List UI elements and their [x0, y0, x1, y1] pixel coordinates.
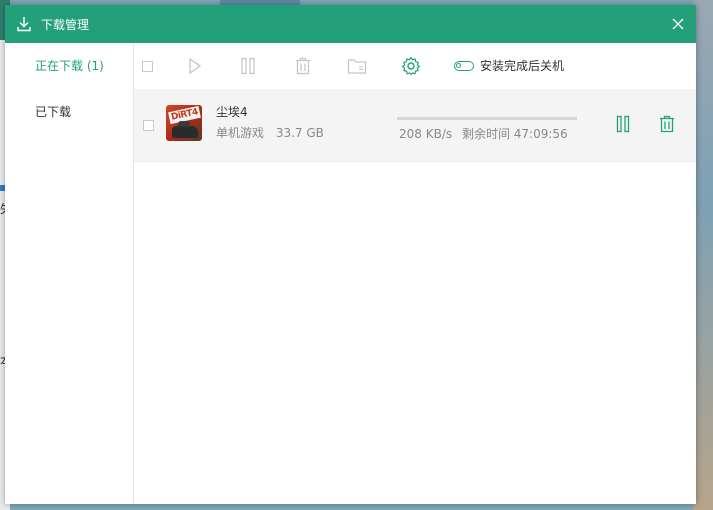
folder-icon [347, 59, 367, 74]
download-size: 33.7 GB [275, 126, 324, 140]
toolbar: 安装完成后关机 [134, 43, 696, 89]
pause-all-button[interactable] [240, 57, 256, 75]
download-category: 单机游戏 [216, 126, 265, 140]
main-panel: 安装完成后关机 DiRT4 尘埃4 单机游戏 33.7 GB 208 KB/s … [134, 43, 696, 504]
game-cover-icon: DiRT4 [166, 105, 202, 141]
download-remaining: 剩余时间 47:09:56 [461, 127, 568, 141]
download-row[interactable]: DiRT4 尘埃4 单机游戏 33.7 GB 208 KB/s 剩余时间 47:… [134, 89, 696, 162]
shutdown-toggle-label: 安装完成后关机 [480, 59, 565, 73]
download-icon [15, 15, 33, 33]
download-meta: 单机游戏 33.7 GB [216, 124, 324, 141]
pause-icon [616, 115, 630, 133]
select-all-checkbox[interactable] [142, 57, 153, 75]
background-right-desktop [693, 0, 713, 510]
checkbox-box [142, 60, 153, 72]
close-button[interactable] [668, 14, 688, 34]
start-button[interactable] [188, 57, 202, 75]
open-folder-button[interactable] [347, 57, 367, 75]
sidebar-item-downloaded[interactable]: 已下载 [5, 89, 133, 135]
sidebar: 正在下载 (1) 已下载 [5, 43, 134, 504]
download-status: 208 KB/s 剩余时间 47:09:56 [399, 125, 568, 142]
toggle-switch [454, 60, 474, 71]
download-name: 尘埃4 [216, 105, 248, 119]
download-manager-window: 下载管理 正在下载 (1) 已下载 安装完成后关机 DiRT4 尘埃4 单机游戏… [5, 5, 696, 504]
progress-bar [397, 117, 577, 120]
close-icon [672, 18, 684, 30]
settings-button[interactable] [401, 56, 421, 76]
row-pause-button[interactable] [616, 115, 630, 137]
download-speed: 208 KB/s [399, 127, 453, 141]
row-checkbox[interactable] [143, 120, 154, 131]
gear-icon [401, 56, 421, 76]
row-delete-button[interactable] [658, 115, 676, 137]
window-title: 下载管理 [41, 17, 90, 32]
sidebar-item-downloading[interactable]: 正在下载 (1) [5, 43, 133, 89]
trash-icon [296, 57, 310, 75]
delete-all-button[interactable] [294, 57, 312, 75]
titlebar: 下载管理 [5, 5, 696, 43]
play-icon [189, 57, 202, 75]
shutdown-toggle[interactable]: 安装完成后关机 [454, 57, 564, 74]
trash-icon [660, 115, 674, 133]
pause-icon [241, 57, 255, 75]
